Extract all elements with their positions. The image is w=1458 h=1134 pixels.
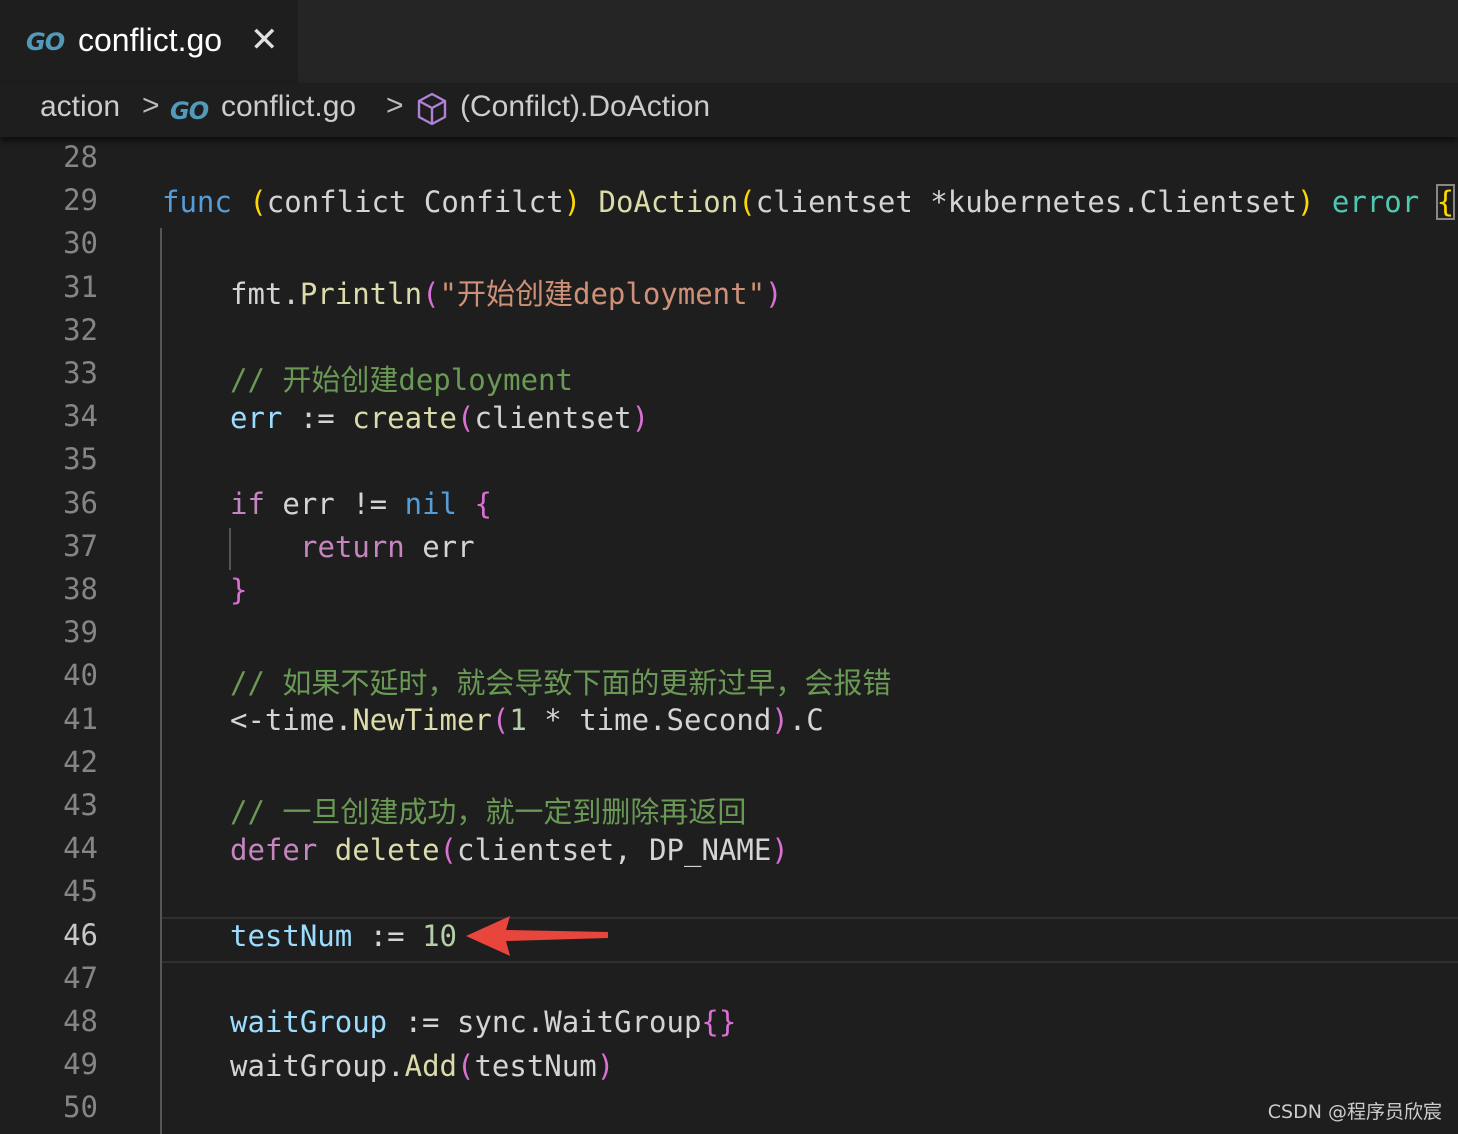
code-line-38: }	[230, 573, 248, 607]
token: (	[439, 833, 458, 867]
token: err	[404, 530, 475, 564]
code-line-41: <-time.NewTimer(1 * time.Second).C	[230, 703, 824, 737]
code-line-43: // 一旦创建成功，就一定到删除再返回	[230, 795, 747, 829]
token: clientset, DP_NAME	[457, 833, 772, 867]
token: :=	[387, 1005, 457, 1039]
token: Add	[404, 1049, 457, 1083]
token: :=	[352, 919, 423, 953]
token: clientset *kubernetes.Clientset	[755, 185, 1297, 219]
token: if	[230, 487, 265, 521]
token: (	[491, 703, 510, 737]
token: 10	[422, 919, 457, 953]
token: err	[230, 401, 283, 435]
token: waitGroup.	[230, 1049, 405, 1083]
token: :=	[282, 401, 353, 435]
code-line-44: defer delete(clientset, DP_NAME)	[230, 833, 789, 867]
token: (	[457, 401, 475, 435]
watermark: CSDN @程序员欣宸	[1267, 1101, 1442, 1123]
token: (	[422, 277, 440, 311]
token: NewTimer	[352, 703, 492, 737]
token: {}	[701, 1005, 737, 1039]
token: defer	[230, 833, 318, 867]
code-line-34: err := create(clientset)	[230, 401, 649, 435]
token: testNum	[230, 919, 353, 953]
token: {	[474, 487, 492, 521]
close-icon[interactable]: ✕	[250, 20, 279, 60]
token: )	[596, 1049, 615, 1083]
token: waitGroup	[230, 1005, 388, 1039]
tab-conflict-go[interactable]: GO conflict.go ✕	[0, 0, 298, 83]
go-file-icon: GO	[170, 97, 209, 125]
code-line-33: // 开始创建deployment	[230, 363, 573, 397]
token: conflict Confilct	[266, 185, 564, 219]
token: clientset	[474, 401, 632, 435]
code-line-36: if err != nil {	[230, 487, 492, 521]
token: error	[1331, 185, 1420, 219]
token: sync.WaitGroup	[456, 1005, 702, 1039]
token: (	[738, 185, 756, 219]
breadcrumb-file[interactable]: conflict.go	[221, 90, 356, 124]
token: err !=	[264, 487, 405, 521]
token: (	[249, 185, 267, 219]
code-line-31: fmt.Println("开始创建deployment")	[230, 271, 783, 313]
method-cube-icon	[417, 92, 447, 126]
annotation-arrow-icon	[466, 916, 608, 956]
token: )	[631, 401, 650, 435]
go-file-icon: GO	[26, 28, 65, 56]
token: )	[771, 833, 789, 867]
token: testNum	[474, 1049, 597, 1083]
token: Println	[299, 277, 423, 311]
token: <-time.	[230, 703, 353, 737]
code-area[interactable]: func (conflict Confilct) DoAction(client…	[0, 138, 1458, 1134]
code-line-37: return err	[300, 530, 475, 564]
token: return	[300, 530, 405, 564]
matched-brace: {	[1435, 184, 1456, 220]
code-line-46: testNum := 10	[230, 919, 457, 953]
token: .C	[788, 703, 824, 737]
chevron-right-icon: >	[142, 89, 160, 122]
token: )	[771, 703, 789, 737]
code-line-40: // 如果不延时，就会导致下面的更新过早，会报错	[230, 666, 892, 700]
token: "开始创建deployment"	[439, 277, 766, 311]
breadcrumb-folder[interactable]: action	[40, 90, 120, 124]
token: )	[1296, 185, 1315, 219]
token: func	[162, 185, 232, 219]
token: * time.Second	[526, 703, 772, 737]
chevron-right-icon: >	[386, 89, 404, 122]
token: (	[457, 1049, 475, 1083]
code-line-48: waitGroup := sync.WaitGroup{}	[230, 1005, 736, 1039]
breadcrumb-symbol[interactable]: (Confilct).DoAction	[460, 90, 710, 124]
token: nil	[404, 487, 457, 521]
token: )	[765, 277, 783, 311]
token: 1	[509, 703, 527, 737]
code-line-49: waitGroup.Add(testNum)	[230, 1049, 614, 1083]
tab-bar: GO conflict.go ✕	[0, 0, 1458, 83]
code-line-29: func (conflict Confilct) DoAction(client…	[162, 184, 1456, 220]
token: delete	[334, 833, 440, 867]
breadcrumb: action > conflict.go > (Confilct).DoActi…	[0, 83, 1458, 137]
code-editor[interactable]: 28 29 30 31 32 33 34 35 36 37 38 39 40 41 42 43 44 45 46 47…	[0, 138, 1458, 1134]
token: )	[563, 185, 582, 219]
tab-title[interactable]: conflict.go	[78, 22, 222, 59]
token: create	[352, 401, 457, 435]
token: DoAction	[598, 185, 739, 219]
token: fmt.	[230, 277, 300, 311]
